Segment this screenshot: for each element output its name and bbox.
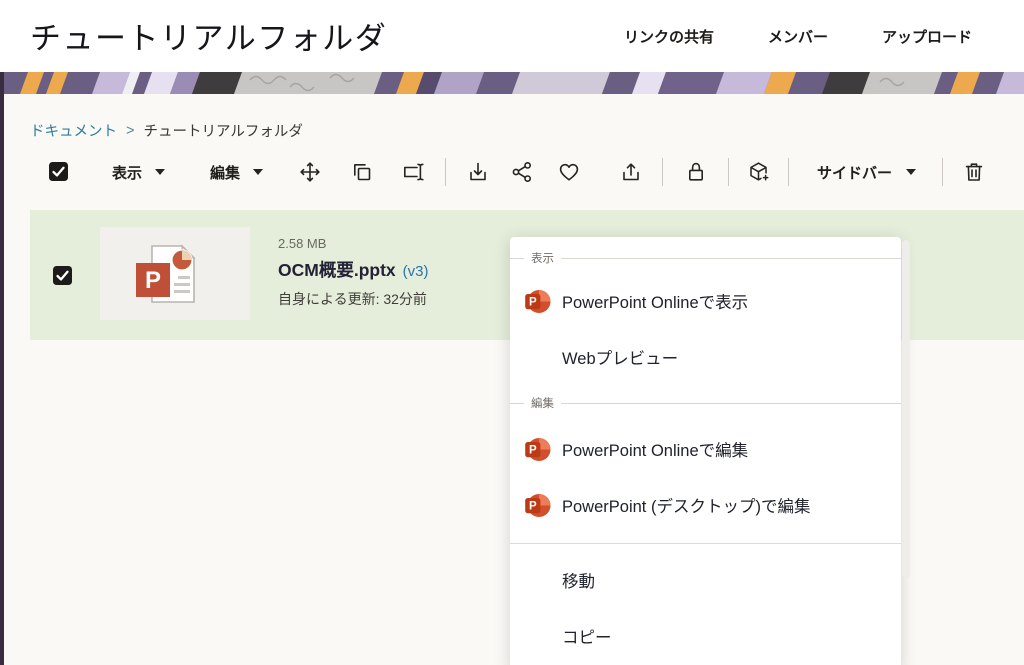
file-thumbnail[interactable]: P	[100, 227, 250, 320]
lock-icon[interactable]	[684, 160, 708, 184]
file-row-checkbox[interactable]	[53, 266, 72, 285]
context-menu: 表示 P PowerPoint Onlineで表示 Webプレビュー 編集 P	[510, 237, 901, 665]
svg-text:P: P	[145, 267, 161, 294]
upload-nav-button[interactable]: アップロード	[882, 26, 972, 47]
share-link-button[interactable]: リンクの共有	[624, 26, 714, 47]
menu-item-ppt-desktop-edit[interactable]: P PowerPoint (デスクトップ)で編集	[510, 477, 901, 533]
menu-section-view: 表示	[510, 243, 901, 273]
svg-text:P: P	[529, 444, 537, 456]
members-button[interactable]: メンバー	[768, 26, 828, 47]
menu-item-ppt-online-edit[interactable]: P PowerPoint Onlineで編集	[510, 421, 901, 477]
cube-add-icon[interactable]	[747, 160, 771, 184]
share-icon[interactable]	[510, 160, 534, 184]
chevron-down-icon	[253, 169, 263, 175]
breadcrumb-root-link[interactable]: ドキュメント	[30, 120, 117, 141]
menu-item-ppt-online-view[interactable]: P PowerPoint Onlineで表示	[510, 273, 901, 329]
upload-icon[interactable]	[619, 160, 643, 184]
download-icon[interactable]	[466, 160, 490, 184]
folder-title: チュートリアルフォルダ	[30, 13, 387, 58]
edit-dropdown-label: 編集	[210, 162, 240, 183]
banner-pattern-image	[0, 72, 1024, 94]
toolbar-divider	[662, 158, 663, 186]
menu-item-label: Webプレビュー	[562, 345, 678, 369]
rename-icon[interactable]	[401, 160, 425, 184]
select-all-checkbox[interactable]	[49, 162, 68, 181]
view-dropdown-button[interactable]: 表示	[112, 160, 165, 184]
toolbar-divider	[728, 158, 729, 186]
breadcrumb-separator: >	[126, 123, 134, 139]
menu-section-edit-label: 編集	[524, 395, 561, 411]
menu-section-edit: 編集	[510, 385, 901, 421]
menu-item-move[interactable]: 移動	[510, 552, 901, 608]
favorite-icon[interactable]	[557, 160, 581, 184]
powerpoint-icon: P	[524, 288, 551, 315]
breadcrumb: ドキュメント > チュートリアルフォルダ	[30, 120, 303, 141]
toolbar-divider	[445, 158, 446, 186]
powerpoint-icon: P	[524, 492, 551, 519]
decorative-banner	[0, 72, 1024, 94]
edit-dropdown-button[interactable]: 編集	[210, 160, 263, 184]
file-meta: 2.58 MB OCM概要.pptx (v3) 自身による更新: 32分前	[278, 236, 428, 309]
view-dropdown-label: 表示	[112, 162, 142, 183]
menu-item-label: PowerPoint Onlineで編集	[562, 437, 748, 461]
chevron-down-icon	[906, 169, 916, 175]
folder-header: チュートリアルフォルダ リンクの共有 メンバー アップロード	[0, 0, 1024, 72]
trash-icon[interactable]	[962, 160, 986, 184]
file-size: 2.58 MB	[278, 236, 428, 251]
menu-item-label: コピー	[562, 624, 612, 648]
file-version-link[interactable]: (v3)	[403, 263, 429, 280]
svg-text:P: P	[529, 296, 537, 308]
menu-item-label: 移動	[562, 568, 595, 592]
powerpoint-icon: P	[524, 436, 551, 463]
breadcrumb-current: チュートリアルフォルダ	[143, 120, 302, 141]
menu-item-copy[interactable]: コピー	[510, 608, 901, 664]
sidebar-dropdown-button[interactable]: サイドバー	[817, 160, 916, 184]
toolbar: 表示 編集	[0, 152, 1024, 192]
file-name[interactable]: OCM概要.pptx	[278, 257, 396, 282]
sidebar-dropdown-label: サイドバー	[817, 162, 892, 183]
menu-item-web-preview[interactable]: Webプレビュー	[510, 329, 901, 385]
file-updated-text: 自身による更新: 32分前	[278, 289, 428, 309]
powerpoint-file-icon: P	[130, 241, 220, 307]
menu-item-label: PowerPoint (デスクトップ)で編集	[562, 493, 810, 517]
svg-text:P: P	[529, 500, 537, 512]
menu-section-view-label: 表示	[524, 250, 561, 266]
header-nav: リンクの共有 メンバー アップロード	[624, 0, 972, 72]
chevron-down-icon	[155, 169, 165, 175]
menu-item-label: PowerPoint Onlineで表示	[562, 289, 748, 313]
left-accent-bar	[0, 72, 4, 665]
menu-divider	[510, 543, 901, 544]
page: チュートリアルフォルダ リンクの共有 メンバー アップロード	[0, 0, 1024, 665]
toolbar-divider	[942, 158, 943, 186]
toolbar-divider	[788, 158, 789, 186]
menu-scrollbar-thumb[interactable]	[902, 240, 910, 578]
copy-icon[interactable]	[350, 160, 374, 184]
move-icon[interactable]	[298, 160, 322, 184]
